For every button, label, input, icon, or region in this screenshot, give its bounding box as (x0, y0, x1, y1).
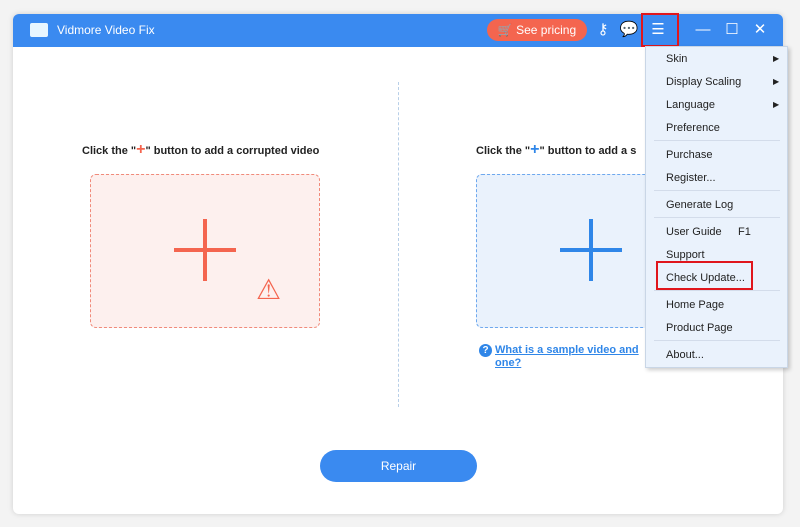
submenu-arrow-icon: ▶ (773, 77, 780, 86)
check-update-highlight (656, 261, 753, 290)
menu-item-register[interactable]: Register... (666, 172, 716, 184)
menu-separator (654, 140, 780, 141)
see-pricing-button[interactable]: 🛒 See pricing (487, 19, 587, 41)
sample-prompt: Click the "+" button to add a s (476, 141, 637, 158)
minimize-icon[interactable]: — (692, 19, 714, 41)
app-title: Vidmore Video Fix (57, 23, 155, 37)
key-icon[interactable]: ⚷ (592, 19, 614, 41)
menu-item-purchase[interactable]: Purchase (666, 149, 712, 161)
menu-item-language[interactable]: Language (666, 99, 715, 111)
submenu-arrow-icon: ▶ (773, 100, 780, 109)
menu-item-support[interactable]: Support (666, 249, 705, 261)
see-pricing-label: See pricing (516, 23, 577, 37)
menu-separator (654, 290, 780, 291)
add-corrupted-video-area[interactable]: ⚠ (90, 174, 320, 328)
menu-item-generate-log[interactable]: Generate Log (666, 199, 733, 211)
corrupted-prompt: Click the "+" button to add a corrupted … (82, 141, 320, 158)
app-logo-icon (30, 23, 48, 37)
submenu-arrow-icon: ▶ (773, 54, 780, 63)
divider (398, 82, 399, 407)
maximize-icon[interactable]: ☐ (721, 19, 743, 41)
shortcut-f1: F1 (738, 226, 751, 238)
menu-item-user-guide[interactable]: User Guide (666, 226, 722, 238)
menu-button-highlight (641, 13, 679, 47)
corrupted-video-icon: ⚠ (256, 274, 282, 305)
close-icon[interactable]: ✕ (749, 19, 771, 41)
menu-item-about[interactable]: About... (666, 349, 704, 361)
feedback-icon[interactable]: 💬 (618, 19, 640, 41)
sample-video-help-link[interactable]: What is a sample video and one? (495, 344, 639, 370)
menu-item-display-scaling[interactable]: Display Scaling (666, 76, 741, 88)
menu-item-skin[interactable]: Skin (666, 53, 687, 65)
menu-item-product-page[interactable]: Product Page (666, 322, 733, 334)
menu-item-preference[interactable]: Preference (666, 122, 720, 134)
add-icon (174, 219, 236, 281)
menu-separator (654, 217, 780, 218)
menu-item-home-page[interactable]: Home Page (666, 299, 724, 311)
main-menu: Skin ▶ Display Scaling ▶ Language ▶ Prefere… (645, 46, 788, 368)
add-icon (560, 219, 622, 281)
repair-button[interactable]: Repair (320, 450, 477, 482)
help-icon: ? (479, 344, 492, 357)
menu-separator (654, 190, 780, 191)
menu-separator (654, 340, 780, 341)
